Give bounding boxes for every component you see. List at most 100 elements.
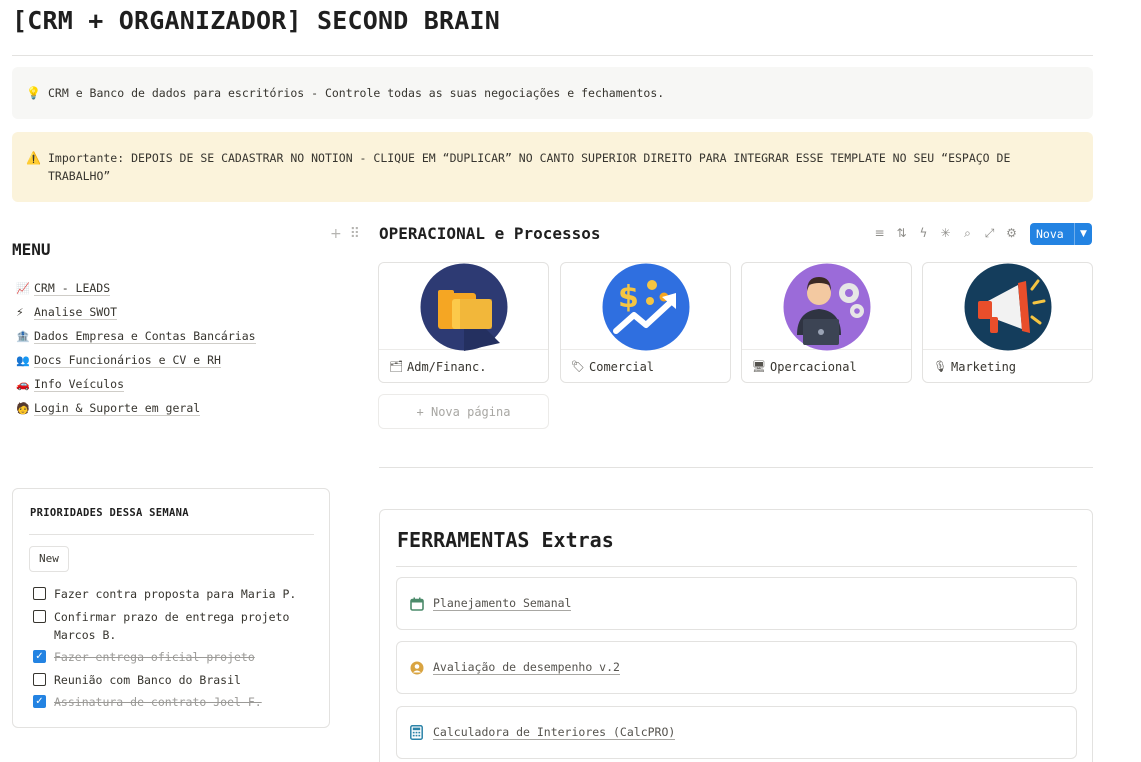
todo-item: ✓ Fazer entrega oficial projeto — [33, 648, 318, 666]
people-icon: 👥 — [16, 353, 30, 367]
tool-link-label[interactable]: Planejamento Semanal — [433, 596, 572, 611]
new-page-button[interactable]: + Nova página — [378, 394, 549, 429]
info-callout: 💡 CRM e Banco de dados para escritórios … — [12, 67, 1093, 119]
calendar-icon — [410, 597, 433, 611]
warning-callout: ⚠️ Importante: DEPOIS DE SE CADASTRAR NO… — [12, 132, 1093, 202]
todo-label[interactable]: Reunião com Banco do Brasil — [54, 671, 241, 689]
todo-item: ✓ Assinatura de contrato Joel F. — [33, 693, 318, 711]
new-entry-button[interactable]: Nova ▼ — [1030, 223, 1092, 245]
todo-checkbox[interactable] — [33, 609, 46, 623]
menu-item-crm-leads[interactable]: 📈 CRM - LEADS — [16, 276, 256, 300]
info-callout-text: CRM e Banco de dados para escritórios - … — [48, 86, 665, 100]
menu-list: 📈 CRM - LEADS ⚡ Analise SWOT 🏦 Dados Emp… — [16, 276, 256, 420]
calculator-icon — [410, 725, 433, 740]
todo-label[interactable]: Fazer contra proposta para Maria P. — [54, 585, 296, 603]
block-tools[interactable]: + ⠿ — [330, 226, 360, 242]
gallery-card-adm-financ[interactable]: 🗂 Adm/Financ. — [378, 262, 549, 383]
section-divider — [379, 467, 1093, 468]
todo-list: Fazer contra proposta para Maria P. Conf… — [33, 585, 318, 716]
todo-label[interactable]: Fazer entrega oficial projeto — [54, 648, 255, 666]
card-cover — [923, 263, 1092, 351]
todo-checkbox-checked[interactable]: ✓ — [33, 650, 46, 663]
menu-item-label[interactable]: Docs Funcionários e CV e RH — [34, 353, 221, 368]
gallery-card-marketing[interactable]: 🎙 Marketing — [922, 262, 1093, 383]
menu-item-label[interactable]: Info Veículos — [34, 377, 125, 392]
new-todo-button[interactable]: New — [29, 546, 69, 572]
microphone-icon: 🎙 — [933, 360, 947, 373]
card-cover — [742, 263, 911, 351]
card-title-text[interactable]: Opercacional — [770, 360, 857, 374]
menu-item-login-suporte[interactable]: 🧑 Login & Suporte em geral — [16, 396, 256, 420]
operacional-title: OPERACIONAL e Processos — [379, 224, 601, 243]
card-title[interactable]: 🗂 Adm/Financ. — [379, 350, 548, 382]
todo-item: Confirmar prazo de entrega projeto Marco… — [33, 608, 318, 644]
warning-icon: ⚠️ — [26, 151, 41, 165]
tool-link-label[interactable]: Avaliação de desempenho v.2 — [433, 660, 620, 675]
tool-link-calculadora[interactable]: Calculadora de Interiores (CalcPRO) — [396, 706, 1077, 759]
tool-link-planejamento[interactable]: Planejamento Semanal — [396, 577, 1077, 630]
database-toolbar: ≡ ⇅ ϟ ✳ ⌕ ⤢ ⚙ — [872, 226, 1019, 241]
lightning-icon: ⚡ — [16, 305, 24, 319]
ferramentas-title: FERRAMENTAS Extras — [397, 528, 614, 552]
title-divider — [12, 55, 1093, 56]
todo-checkbox-checked[interactable]: ✓ — [33, 695, 46, 708]
new-entry-label[interactable]: Nova — [1030, 227, 1074, 241]
card-title[interactable]: 🎙 Marketing — [923, 350, 1092, 382]
todo-checkbox[interactable] — [33, 587, 46, 600]
card-title-text[interactable]: Comercial — [589, 360, 654, 374]
chevron-down-icon[interactable]: ▼ — [1074, 223, 1092, 245]
folder-icon: 🗂 — [389, 360, 403, 373]
add-block-icon[interactable]: + — [330, 226, 342, 242]
menu-item-label[interactable]: CRM - LEADS — [34, 281, 111, 296]
gallery-card-comercial[interactable]: $ 🏷 Comercial — [560, 262, 731, 383]
card-title[interactable]: 🖥 Opercacional — [742, 350, 911, 382]
card-title-text[interactable]: Marketing — [951, 360, 1016, 374]
card-title-text[interactable]: Adm/Financ. — [407, 360, 486, 374]
ferramentas-box: FERRAMENTAS Extras Planejamento Semanal … — [379, 509, 1093, 762]
search-icon[interactable]: ⌕ — [960, 226, 975, 241]
todo-item: Fazer contra proposta para Maria P. — [33, 585, 318, 603]
tool-link-avaliacao[interactable]: Avaliação de desempenho v.2 — [396, 641, 1077, 694]
todo-checkbox[interactable] — [33, 672, 46, 686]
priorities-divider — [29, 534, 314, 535]
car-icon: 🚗 — [16, 377, 30, 391]
todo-label[interactable]: Confirmar prazo de entrega projeto Marco… — [54, 608, 318, 644]
filter-icon[interactable]: ≡ — [872, 226, 887, 241]
bank-icon: 🏦 — [16, 329, 30, 343]
priorities-title: PRIORIDADES DESSA SEMANA — [30, 507, 189, 519]
menu-item-info-veiculos[interactable]: 🚗 Info Veículos — [16, 372, 256, 396]
menu-item-dados-empresa[interactable]: 🏦 Dados Empresa e Contas Bancárias — [16, 324, 256, 348]
settings-sliders-icon[interactable]: ⚙ — [1004, 226, 1019, 241]
menu-item-label[interactable]: Dados Empresa e Contas Bancárias — [34, 329, 256, 344]
menu-heading: MENU — [12, 240, 51, 259]
automation-lightning-icon[interactable]: ϟ — [916, 226, 931, 241]
tool-link-label[interactable]: Calculadora de Interiores (CalcPRO) — [433, 725, 676, 740]
menu-item-analise-swot[interactable]: ⚡ Analise SWOT — [16, 300, 256, 324]
gallery-card-operacional[interactable]: 🖥 Opercacional — [741, 262, 912, 383]
warning-callout-text: Importante: DEPOIS DE SE CADASTRAR NO NO… — [48, 151, 1011, 183]
menu-item-label[interactable]: Login & Suporte em geral — [34, 401, 201, 416]
ferramentas-divider — [396, 566, 1077, 567]
technician-icon: 🧑 — [16, 401, 30, 415]
drag-handle-icon[interactable]: ⠿ — [350, 226, 360, 242]
light-bulb-icon: 💡 — [26, 86, 41, 100]
menu-item-label[interactable]: Analise SWOT — [34, 305, 118, 320]
card-cover: $ — [561, 263, 730, 351]
sort-icon[interactable]: ⇅ — [894, 226, 909, 241]
todo-item: Reunião com Banco do Brasil — [33, 671, 318, 689]
todo-label[interactable]: Assinatura de contrato Joel F. — [54, 693, 262, 711]
engineer-illustration-icon — [783, 263, 871, 351]
card-title[interactable]: 🏷 Comercial — [561, 350, 730, 382]
megaphone-illustration-icon — [964, 263, 1052, 351]
tag-icon: 🏷 — [571, 360, 585, 373]
folder-illustration-icon — [420, 263, 508, 351]
chart-increasing-icon: 📈 — [16, 281, 30, 295]
priorities-box: PRIORIDADES DESSA SEMANA New Fazer contr… — [12, 488, 330, 728]
menu-item-docs-funcionarios[interactable]: 👥 Docs Funcionários e CV e RH — [16, 348, 256, 372]
card-cover — [379, 263, 548, 351]
expand-icon[interactable]: ⤢ — [982, 226, 997, 241]
user-circle-icon — [410, 661, 433, 675]
svg-text:$: $ — [618, 280, 639, 315]
monitor-icon: 🖥 — [752, 360, 766, 373]
ai-sparkle-icon[interactable]: ✳ — [938, 226, 953, 241]
